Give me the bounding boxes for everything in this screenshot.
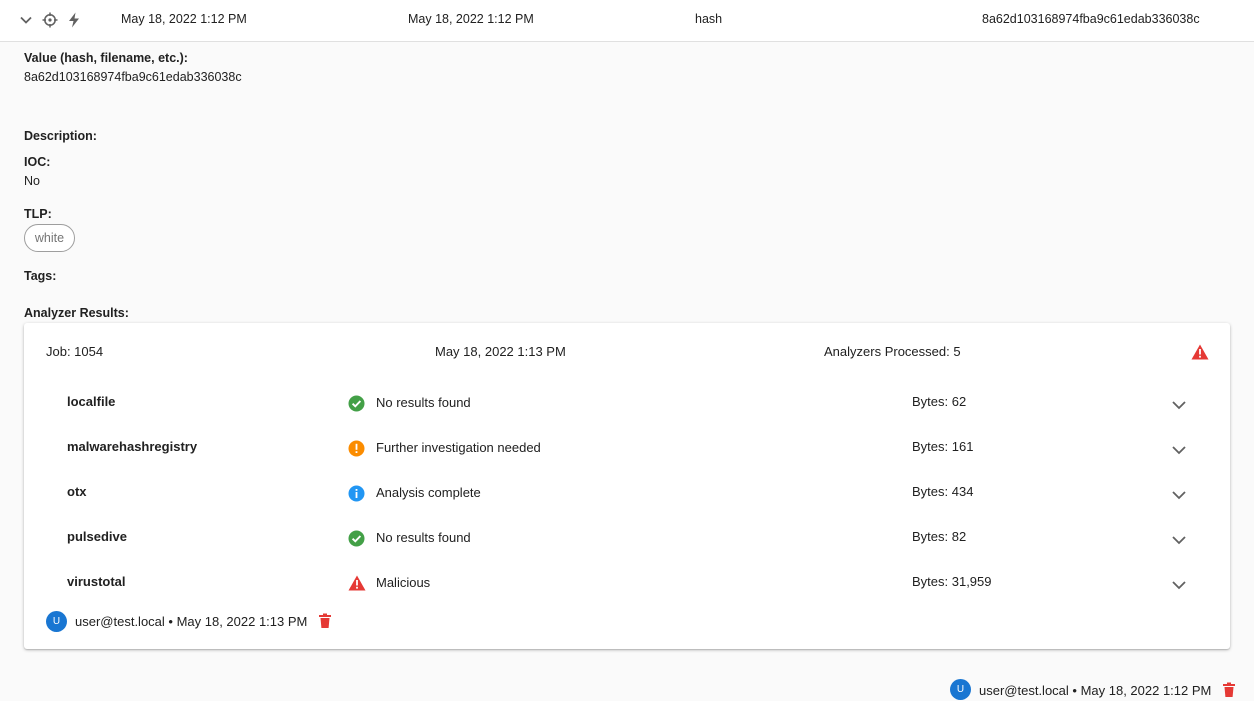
tlp-chip: white [24, 224, 75, 252]
chevron-down-icon[interactable] [1170, 531, 1188, 549]
value-label: Value (hash, filename, etc.): [24, 51, 188, 65]
observable-value: 8a62d103168974fba9c61edab336038c [982, 12, 1200, 26]
check-circle-icon [348, 530, 365, 547]
warning-triangle-icon [348, 575, 366, 592]
analyzer-row[interactable]: malwarehashregistry Further investigatio… [24, 439, 1230, 484]
info-circle-icon [348, 485, 365, 502]
analyzer-bytes: Bytes: 434 [912, 484, 974, 499]
chevron-down-icon[interactable] [17, 11, 35, 29]
tlp-label: TLP: [24, 207, 52, 221]
value-text: 8a62d103168974fba9c61edab336038c [24, 70, 242, 84]
ioc-value: No [24, 174, 40, 188]
chevron-down-icon[interactable] [1170, 486, 1188, 504]
observable-author: user@test.local • May 18, 2022 1:12 PM [979, 683, 1212, 698]
analyzer-name: pulsedive [67, 529, 127, 544]
chevron-down-icon[interactable] [1170, 441, 1188, 459]
tags-label: Tags: [24, 269, 57, 283]
chevron-down-icon[interactable] [1170, 396, 1188, 414]
avatar: U [950, 679, 971, 700]
job-card: Job: 1054 May 18, 2022 1:13 PM Analyzers… [24, 323, 1230, 649]
exclamation-circle-icon [348, 440, 365, 457]
analyzer-status: Further investigation needed [376, 440, 541, 455]
analyzer-row[interactable]: localfile No results found Bytes: 62 [24, 394, 1230, 439]
analyzer-bytes: Bytes: 82 [912, 529, 967, 544]
analyzer-name: virustotal [67, 574, 126, 589]
analyzer-row[interactable]: virustotal Malicious Bytes: 31,959 [24, 574, 1230, 619]
analyzer-name: otx [67, 484, 87, 499]
lightning-bolt-icon[interactable] [65, 11, 83, 29]
analyzer-name: localfile [67, 394, 116, 409]
crosshair-icon[interactable] [41, 11, 59, 29]
trash-icon[interactable] [1222, 682, 1236, 698]
warning-triangle-icon [1191, 344, 1209, 360]
analyzer-bytes: Bytes: 62 [912, 394, 967, 409]
ioc-label: IOC: [24, 155, 51, 169]
analyzer-bytes: Bytes: 161 [912, 439, 974, 454]
observable-type: hash [695, 12, 723, 26]
chevron-down-icon[interactable] [1170, 576, 1188, 594]
analyzer-name: malwarehashregistry [67, 439, 198, 454]
check-circle-icon [348, 395, 365, 412]
analyzer-row[interactable]: pulsedive No results found Bytes: 82 [24, 529, 1230, 574]
job-id: Job: 1054 [46, 344, 104, 359]
created-date: May 18, 2022 1:12 PM [121, 12, 247, 26]
analyzer-results-label: Analyzer Results: [24, 306, 129, 320]
modified-date: May 18, 2022 1:12 PM [408, 12, 534, 26]
description-label: Description: [24, 129, 97, 143]
analyzer-status: Malicious [376, 575, 431, 590]
observable-row[interactable]: May 18, 2022 1:12 PM May 18, 2022 1:12 P… [0, 0, 1254, 42]
analyzer-status: No results found [376, 395, 471, 410]
analyzer-row[interactable]: otx Analysis complete Bytes: 434 [24, 484, 1230, 529]
job-date: May 18, 2022 1:13 PM [435, 344, 566, 359]
job-author: user@test.local • May 18, 2022 1:13 PM [75, 614, 308, 629]
trash-icon[interactable] [318, 613, 332, 629]
analyzer-status: No results found [376, 530, 471, 545]
tlp-chip-label: white [34, 231, 65, 245]
analyzer-status: Analysis complete [376, 485, 481, 500]
analyzer-bytes: Bytes: 31,959 [912, 574, 992, 589]
avatar: U [46, 611, 67, 632]
analyzers-processed: Analyzers Processed: 5 [824, 344, 961, 359]
